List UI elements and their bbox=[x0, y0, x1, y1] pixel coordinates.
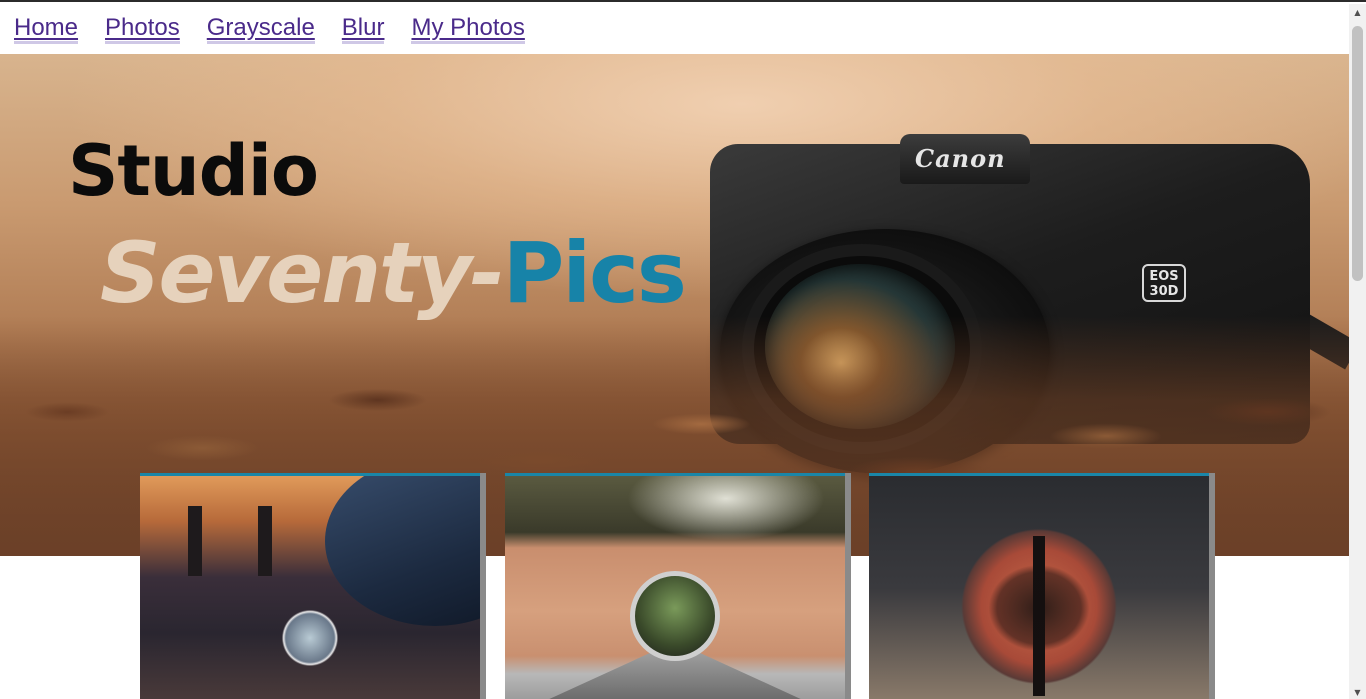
nav-link-home[interactable]: Home bbox=[14, 14, 79, 44]
nav-link-grayscale[interactable]: Grayscale bbox=[206, 14, 315, 44]
hero-title-brand: Seventy-Pics bbox=[100, 224, 687, 322]
camera-brand-label: Canon bbox=[915, 144, 1006, 173]
nav-link-photos[interactable]: Photos bbox=[105, 14, 180, 44]
hero-title-studio: Studio bbox=[68, 130, 319, 212]
hero-title-pics: Pics bbox=[502, 224, 687, 322]
wristwatch-face bbox=[630, 571, 720, 661]
glass-dome-building bbox=[325, 476, 480, 626]
gallery-card-wristwatch[interactable] bbox=[505, 473, 845, 699]
scrollbar-thumb[interactable] bbox=[1352, 26, 1363, 281]
tree-silhouette bbox=[964, 536, 1114, 696]
tower-bridge-silhouette bbox=[180, 506, 280, 576]
gallery-card-crystal-ball[interactable] bbox=[140, 473, 480, 699]
nav-link-blur[interactable]: Blur bbox=[341, 14, 385, 44]
camera-model-badge: EOS 30D bbox=[1142, 264, 1186, 302]
gallery-card-tree-moon[interactable] bbox=[869, 473, 1209, 699]
triangle-down-icon[interactable]: ▼ bbox=[1349, 684, 1366, 699]
triangle-up-icon[interactable]: ▲ bbox=[1349, 4, 1366, 21]
nav-link-my-photos[interactable]: My Photos bbox=[411, 14, 525, 44]
top-nav: Home Photos Grayscale Blur My Photos bbox=[0, 4, 1349, 54]
hero-title-seventy: Seventy- bbox=[100, 224, 505, 322]
page-scrollbar[interactable]: ▲ ▼ bbox=[1349, 4, 1366, 699]
